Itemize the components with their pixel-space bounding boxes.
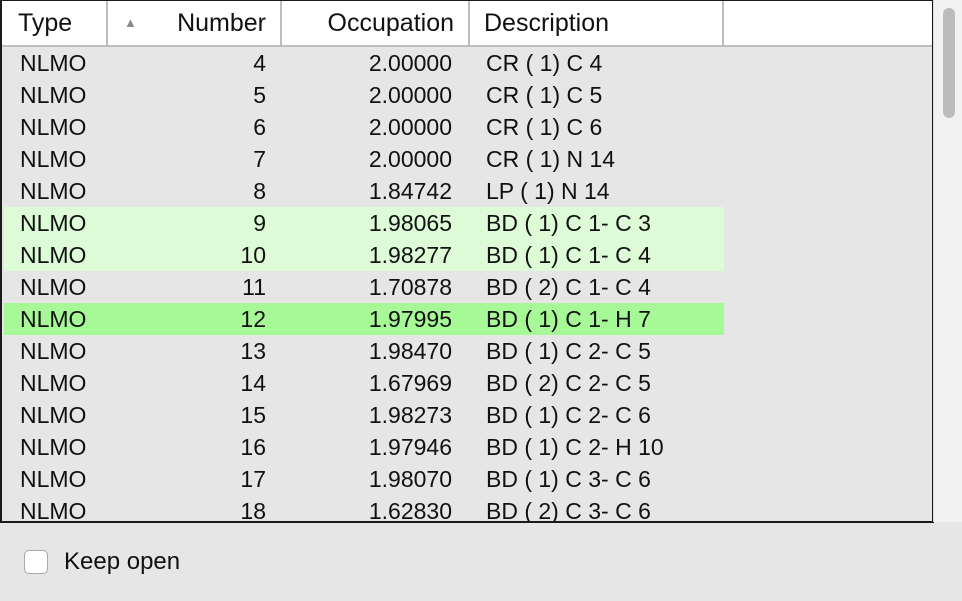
cell-occupation: 1.98070 [368, 466, 452, 492]
cell-number: 8 [253, 178, 266, 204]
table-header: Type ▲ Number Occupation Description [2, 1, 932, 47]
cell-type: NLMO [20, 146, 87, 172]
cell-type: NLMO [20, 306, 87, 332]
cell-description: BD ( 1) C 1- H 7 [486, 306, 651, 332]
table-row[interactable]: NLMO 12 1.97995 BD ( 1) C 1- H 7 [4, 303, 724, 335]
cell-occupation: 1.97995 [368, 306, 452, 332]
cell-description: CR ( 1) C 6 [486, 114, 603, 140]
cell-description: BD ( 2) C 1- C 4 [486, 274, 651, 300]
cell-occupation: 1.97946 [368, 434, 452, 460]
keep-open-checkbox[interactable] [24, 550, 48, 574]
column-header-occupation[interactable]: Occupation [282, 1, 470, 45]
cell-description: BD ( 1) C 2- H 10 [486, 434, 664, 460]
cell-type: NLMO [20, 434, 87, 460]
cell-occupation: 2.00000 [368, 50, 452, 76]
column-header-description[interactable]: Description [470, 1, 724, 45]
cell-number: 7 [253, 146, 266, 172]
cell-description: BD ( 1) C 2- C 6 [486, 402, 651, 428]
table-row[interactable]: NLMO 18 1.62830 BD ( 2) C 3- C 6 [4, 495, 724, 523]
cell-number: 10 [240, 242, 266, 268]
cell-number: 4 [253, 50, 266, 76]
cell-description: BD ( 1) C 1- C 4 [486, 242, 651, 268]
table-row[interactable]: NLMO 16 1.97946 BD ( 1) C 2- H 10 [4, 431, 724, 463]
cell-description: BD ( 2) C 3- C 6 [486, 498, 651, 523]
column-header-description-label: Description [484, 9, 610, 37]
table-row[interactable]: NLMO 10 1.98277 BD ( 1) C 1- C 4 [4, 239, 724, 271]
cell-type: NLMO [20, 338, 87, 364]
table-row[interactable]: NLMO 8 1.84742 LP ( 1) N 14 [4, 175, 724, 207]
column-header-type-label: Type [18, 9, 73, 37]
table-row[interactable]: NLMO 11 1.70878 BD ( 2) C 1- C 4 [4, 271, 724, 303]
cell-occupation: 1.67969 [368, 370, 452, 396]
column-header-filler [724, 1, 932, 45]
scrollbar-thumb[interactable] [943, 8, 955, 118]
keep-open-label: Keep open [64, 548, 181, 575]
cell-number: 16 [240, 434, 266, 460]
cell-description: BD ( 1) C 1- C 3 [486, 210, 651, 236]
cell-description: BD ( 1) C 3- C 6 [486, 466, 651, 492]
cell-number: 11 [242, 274, 266, 300]
cell-number: 9 [253, 210, 266, 236]
table-row[interactable]: NLMO 6 2.00000 CR ( 1) C 6 [4, 111, 724, 143]
cell-occupation: 1.98277 [368, 242, 452, 268]
cell-occupation: 1.84742 [368, 178, 452, 204]
cell-description: BD ( 1) C 2- C 5 [486, 338, 651, 364]
cell-number: 15 [240, 402, 266, 428]
cell-description: CR ( 1) N 14 [486, 146, 616, 172]
cell-type: NLMO [20, 82, 87, 108]
column-header-occupation-label: Occupation [327, 9, 454, 37]
sort-ascending-icon: ▲ [124, 15, 137, 30]
table-row[interactable]: NLMO 9 1.98065 BD ( 1) C 1- C 3 [4, 207, 724, 239]
cell-type: NLMO [20, 402, 87, 428]
cell-type: NLMO [20, 178, 87, 204]
cell-occupation: 1.98470 [368, 338, 452, 364]
cell-number: 14 [240, 370, 266, 396]
table-row[interactable]: NLMO 4 2.00000 CR ( 1) C 4 [4, 47, 724, 79]
cell-occupation: 2.00000 [368, 82, 452, 108]
cell-description: CR ( 1) C 4 [486, 50, 603, 76]
column-header-type[interactable]: Type [4, 1, 108, 45]
table-row[interactable]: NLMO 13 1.98470 BD ( 1) C 2- C 5 [4, 335, 724, 367]
cell-number: 12 [240, 306, 266, 332]
cell-occupation: 2.00000 [368, 114, 452, 140]
cell-occupation: 1.70878 [368, 274, 452, 300]
vertical-scrollbar[interactable] [933, 0, 962, 522]
cell-type: NLMO [20, 242, 87, 268]
cell-type: NLMO [20, 498, 87, 523]
cell-type: NLMO [20, 370, 87, 396]
cell-type: NLMO [20, 50, 87, 76]
cell-description: CR ( 1) C 5 [486, 82, 603, 108]
cell-description: LP ( 1) N 14 [486, 178, 610, 204]
cell-type: NLMO [20, 274, 87, 300]
cell-description: BD ( 2) C 2- C 5 [486, 370, 651, 396]
table-row[interactable]: NLMO 5 2.00000 CR ( 1) C 5 [4, 79, 724, 111]
cell-occupation: 1.62830 [368, 498, 452, 523]
table-row[interactable]: NLMO 14 1.67969 BD ( 2) C 2- C 5 [4, 367, 724, 399]
cell-occupation: 1.98273 [368, 402, 452, 428]
cell-number: 5 [253, 82, 266, 108]
cell-type: NLMO [20, 114, 87, 140]
keep-open-option[interactable]: Keep open [24, 546, 180, 578]
cell-occupation: 1.98065 [368, 210, 452, 236]
column-header-number[interactable]: ▲ Number [108, 1, 282, 45]
cell-type: NLMO [20, 210, 87, 236]
table-row[interactable]: NLMO 17 1.98070 BD ( 1) C 3- C 6 [4, 463, 724, 495]
table-row[interactable]: NLMO 15 1.98273 BD ( 1) C 2- C 6 [4, 399, 724, 431]
cell-type: NLMO [20, 466, 87, 492]
cell-number: 18 [240, 498, 266, 523]
cell-occupation: 2.00000 [368, 146, 452, 172]
cell-number: 6 [253, 114, 266, 140]
nbo-table: Type ▲ Number Occupation Description NLM… [0, 0, 934, 523]
table-row[interactable]: NLMO 7 2.00000 CR ( 1) N 14 [4, 143, 724, 175]
column-header-number-label: Number [177, 9, 266, 37]
cell-number: 17 [240, 466, 266, 492]
cell-number: 13 [240, 338, 266, 364]
